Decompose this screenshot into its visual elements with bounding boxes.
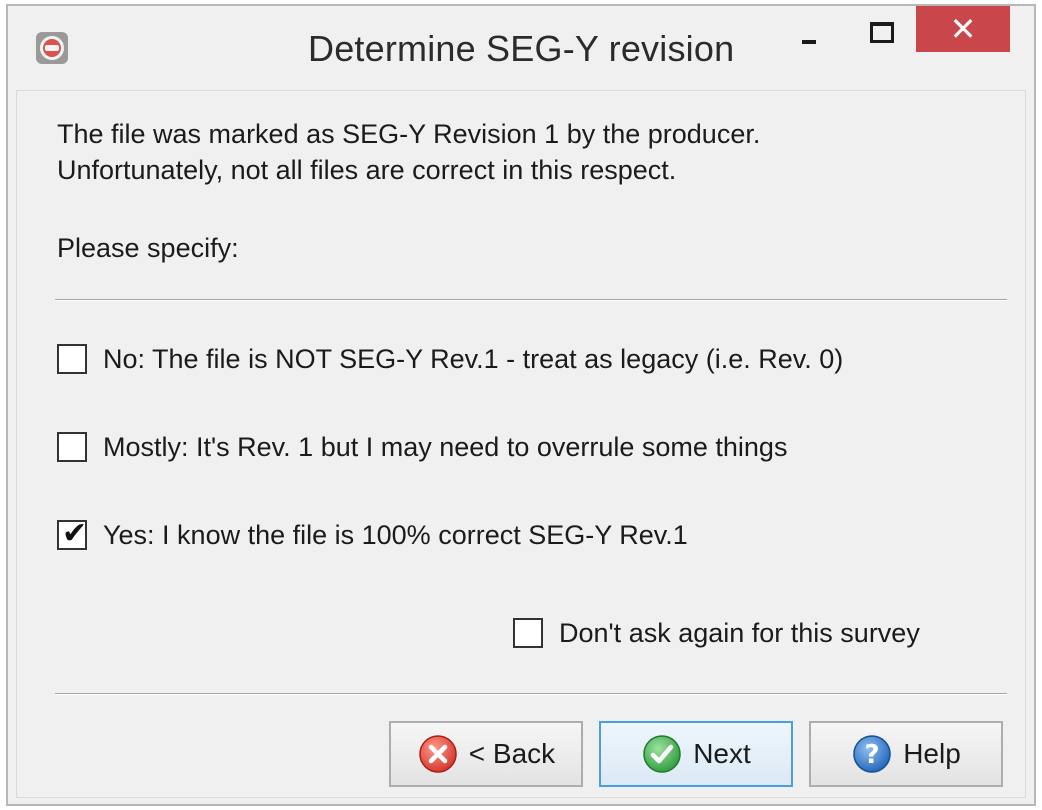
option-no-label: No: The file is NOT SEG-Y Rev.1 - treat … [103,343,844,374]
dialog-content: The file was marked as SEG-Y Revision 1 … [16,90,1026,798]
svg-text:?: ? [865,740,880,770]
title-bar[interactable]: Determine SEG-Y revision ✕ [8,6,1034,90]
checkmark-icon: ✔ [62,517,88,550]
help-button-label: Help [903,738,961,769]
option-mostly-label: Mostly: It's Rev. 1 but I may need to ov… [103,431,788,462]
checkmark-circle-icon [643,735,681,773]
next-button[interactable]: Next [599,721,793,787]
cancel-x-icon [419,735,457,773]
divider-top [55,299,1007,301]
close-icon: ✕ [949,11,977,47]
app-icon [36,32,68,64]
option-yes[interactable]: ✔ Yes: I know the file is 100% correct S… [57,515,688,555]
prompt-label: Please specify: [57,233,239,263]
dont-ask-again-checkbox[interactable] [513,618,543,648]
option-mostly[interactable]: Mostly: It's Rev. 1 but I may need to ov… [57,427,787,467]
message-line-2: Unfortunately, not all files are correct… [57,155,677,185]
help-question-icon: ? [853,735,891,773]
help-button[interactable]: ? Help [809,721,1003,787]
minimize-icon [802,40,816,44]
option-yes-checkbox[interactable]: ✔ [57,517,87,550]
next-button-label: Next [693,738,751,769]
maximize-button[interactable] [844,6,904,52]
option-mostly-checkbox[interactable] [57,432,87,462]
window-title: Determine SEG-Y revision [308,28,735,69]
minimize-button[interactable] [778,6,838,52]
divider-bottom [55,693,1007,695]
dialog-window: Determine SEG-Y revision ✕ The file was … [6,4,1036,806]
dont-ask-again-label: Don't ask again for this survey [559,617,920,648]
close-button[interactable]: ✕ [916,6,1010,52]
option-no[interactable]: No: The file is NOT SEG-Y Rev.1 - treat … [57,339,843,379]
dont-ask-again[interactable]: Don't ask again for this survey [513,613,920,653]
back-button-label: < Back [468,738,556,769]
back-button[interactable]: < Back [389,721,583,787]
maximize-icon [870,22,894,43]
option-no-checkbox[interactable] [57,344,87,374]
option-yes-label: Yes: I know the file is 100% correct SEG… [103,519,688,550]
message-line-1: The file was marked as SEG-Y Revision 1 … [57,119,761,149]
